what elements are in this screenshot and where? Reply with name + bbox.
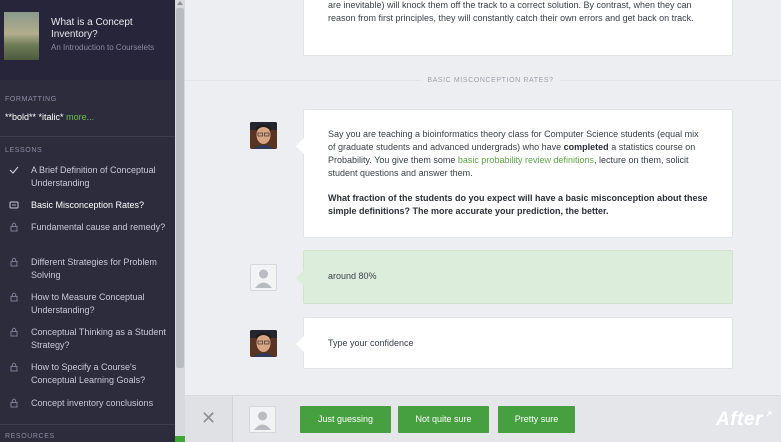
question-paragraph: Say you are teaching a bioinformatics th… [328, 128, 708, 180]
lesson-label: Different Strategies for Problem Solving [31, 257, 157, 280]
speech-arrow [296, 270, 304, 286]
just-guessing-button[interactable]: Just guessing [300, 406, 391, 433]
lock-icon [10, 327, 18, 337]
lock-icon [10, 257, 18, 267]
course-title: What is a Concept Inventory? [51, 17, 133, 40]
sidebar: What is a Concept Inventory? An Introduc… [0, 0, 175, 442]
answer-card: around 80% [296, 250, 733, 304]
divider [0, 424, 175, 425]
lessons-label: LESSONS [5, 147, 43, 154]
lock-icon [10, 292, 18, 302]
course-subtitle: An Introduction to Courselets [51, 43, 155, 52]
formatting-label: FORMATTING [5, 96, 57, 103]
speech-arrow [296, 336, 304, 352]
formatting-bold: **bold** [5, 112, 37, 122]
lesson-label: Basic Misconception Rates? [31, 200, 145, 210]
expand-icon [766, 411, 772, 417]
question-bold: completed [563, 142, 609, 152]
progress-indicator [175, 436, 185, 442]
lesson-label: Fundamental cause and remedy? [31, 222, 166, 232]
scroll-up-icon[interactable] [177, 1, 183, 5]
answer-text: around 80% [328, 271, 377, 281]
person-portrait [250, 122, 277, 149]
formatting-hint: **bold** *italic* more... [5, 112, 94, 122]
message-card-previous: are inevitable) will knock them off the … [303, 0, 733, 56]
question-card: Say you are teaching a bioinformatics th… [296, 109, 733, 238]
lesson-label: A Brief Definition of Conceptual Underst… [31, 165, 156, 188]
pretty-sure-button[interactable]: Pretty sure [498, 406, 575, 433]
course-header[interactable]: What is a Concept Inventory? An Introduc… [0, 0, 175, 80]
lesson-label: How to Specify a Course's Conceptual Lea… [31, 362, 146, 385]
sidebar-scrollbar[interactable] [175, 0, 185, 442]
check-icon [9, 166, 19, 174]
question-prompt: What fraction of the students do you exp… [328, 192, 708, 218]
user-placeholder-icon [255, 269, 272, 288]
section-title: BASIC MISCONCEPTION RATES? [0, 77, 781, 87]
definitions-link[interactable]: basic probability review definitions [458, 155, 594, 165]
lock-icon [10, 222, 18, 232]
course-thumbnail [4, 12, 39, 60]
scrollbar-thumb[interactable] [176, 8, 184, 368]
lock-icon [10, 362, 18, 372]
speech-arrow [296, 138, 304, 154]
divider [0, 136, 175, 137]
not-quite-sure-button[interactable]: Not quite sure [398, 406, 489, 433]
formatting-more-link[interactable]: more... [66, 112, 94, 122]
close-button[interactable]: ✕ [185, 396, 233, 442]
response-bar: ✕ Just guessing Not quite sure Pretty su… [185, 395, 781, 442]
close-icon: ✕ [201, 408, 217, 429]
person-portrait [250, 330, 277, 357]
confidence-card: Type your confidence [296, 317, 733, 369]
lesson-label: Concept inventory conclusions [31, 398, 154, 408]
lock-icon [10, 398, 18, 408]
instructor-avatar [250, 330, 277, 357]
question-prompt-text: What fraction of the students do you exp… [328, 193, 708, 216]
lesson-label: How to Measure Conceptual Understanding? [31, 292, 145, 315]
student-avatar [249, 406, 276, 433]
student-avatar [250, 264, 277, 291]
instructor-avatar [250, 122, 277, 149]
message-text: are inevitable) will knock them off the … [328, 0, 694, 23]
after-watermark: After [716, 409, 763, 430]
formatting-italic: *italic* [38, 112, 64, 122]
confidence-prompt: Type your confidence [328, 338, 414, 348]
section-title-text: BASIC MISCONCEPTION RATES? [421, 77, 560, 84]
lesson-label: Conceptual Thinking as a Student Strateg… [31, 327, 166, 350]
chat-icon [9, 201, 19, 209]
resources-label: RESOURCES [5, 433, 55, 440]
user-placeholder-icon [254, 411, 271, 430]
